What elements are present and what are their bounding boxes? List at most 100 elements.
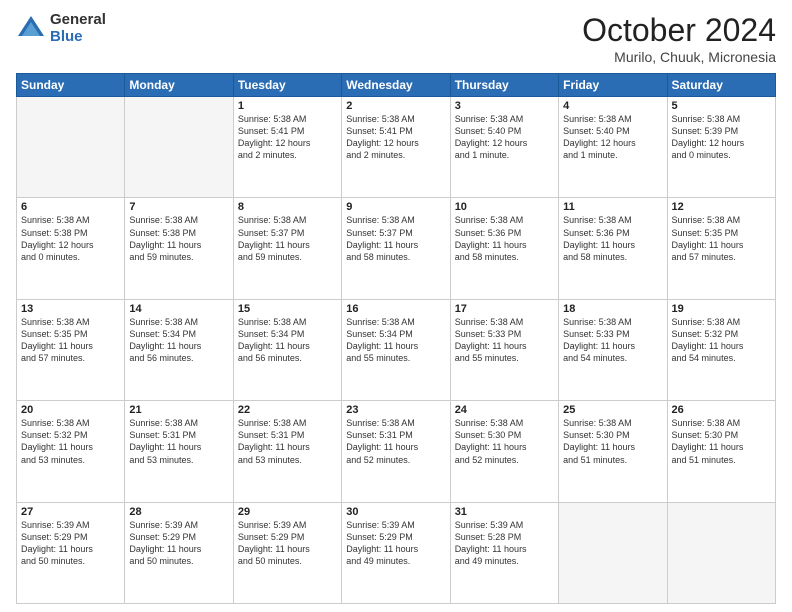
day-info: Sunrise: 5:38 AM Sunset: 5:30 PM Dayligh…	[563, 417, 662, 466]
day-info: Sunrise: 5:38 AM Sunset: 5:41 PM Dayligh…	[238, 113, 337, 162]
calendar-cell: 23Sunrise: 5:38 AM Sunset: 5:31 PM Dayli…	[342, 401, 450, 502]
day-number: 9	[346, 201, 445, 213]
calendar-cell	[559, 502, 667, 603]
day-info: Sunrise: 5:38 AM Sunset: 5:38 PM Dayligh…	[21, 214, 120, 263]
calendar-cell	[125, 97, 233, 198]
day-info: Sunrise: 5:38 AM Sunset: 5:34 PM Dayligh…	[238, 316, 337, 365]
day-info: Sunrise: 5:38 AM Sunset: 5:38 PM Dayligh…	[129, 214, 228, 263]
calendar-cell: 7Sunrise: 5:38 AM Sunset: 5:38 PM Daylig…	[125, 198, 233, 299]
day-info: Sunrise: 5:38 AM Sunset: 5:34 PM Dayligh…	[129, 316, 228, 365]
logo: General Blue	[16, 12, 106, 45]
day-number: 20	[21, 404, 120, 416]
calendar-cell: 26Sunrise: 5:38 AM Sunset: 5:30 PM Dayli…	[667, 401, 775, 502]
day-number: 19	[672, 303, 771, 315]
day-info: Sunrise: 5:38 AM Sunset: 5:33 PM Dayligh…	[563, 316, 662, 365]
week-row-0: 1Sunrise: 5:38 AM Sunset: 5:41 PM Daylig…	[17, 97, 776, 198]
calendar-cell: 25Sunrise: 5:38 AM Sunset: 5:30 PM Dayli…	[559, 401, 667, 502]
day-info: Sunrise: 5:38 AM Sunset: 5:36 PM Dayligh…	[455, 214, 554, 263]
calendar-cell: 8Sunrise: 5:38 AM Sunset: 5:37 PM Daylig…	[233, 198, 341, 299]
day-number: 10	[455, 201, 554, 213]
day-number: 28	[129, 506, 228, 518]
page: General Blue October 2024 Murilo, Chuuk,…	[0, 0, 792, 612]
day-info: Sunrise: 5:38 AM Sunset: 5:37 PM Dayligh…	[346, 214, 445, 263]
day-info: Sunrise: 5:38 AM Sunset: 5:41 PM Dayligh…	[346, 113, 445, 162]
calendar-cell: 5Sunrise: 5:38 AM Sunset: 5:39 PM Daylig…	[667, 97, 775, 198]
day-number: 27	[21, 506, 120, 518]
calendar-cell: 10Sunrise: 5:38 AM Sunset: 5:36 PM Dayli…	[450, 198, 558, 299]
day-number: 1	[238, 100, 337, 112]
header-day-wednesday: Wednesday	[342, 74, 450, 97]
calendar-cell: 30Sunrise: 5:39 AM Sunset: 5:29 PM Dayli…	[342, 502, 450, 603]
calendar-body: 1Sunrise: 5:38 AM Sunset: 5:41 PM Daylig…	[17, 97, 776, 604]
day-number: 14	[129, 303, 228, 315]
calendar-cell: 1Sunrise: 5:38 AM Sunset: 5:41 PM Daylig…	[233, 97, 341, 198]
header: General Blue October 2024 Murilo, Chuuk,…	[16, 12, 776, 65]
calendar-cell: 6Sunrise: 5:38 AM Sunset: 5:38 PM Daylig…	[17, 198, 125, 299]
day-number: 24	[455, 404, 554, 416]
day-number: 29	[238, 506, 337, 518]
calendar-cell: 13Sunrise: 5:38 AM Sunset: 5:35 PM Dayli…	[17, 299, 125, 400]
calendar-table: SundayMondayTuesdayWednesdayThursdayFrid…	[16, 73, 776, 604]
day-info: Sunrise: 5:39 AM Sunset: 5:28 PM Dayligh…	[455, 519, 554, 568]
logo-blue: Blue	[50, 29, 106, 46]
title-block: October 2024 Murilo, Chuuk, Micronesia	[582, 12, 776, 65]
day-number: 25	[563, 404, 662, 416]
day-number: 18	[563, 303, 662, 315]
calendar-cell: 11Sunrise: 5:38 AM Sunset: 5:36 PM Dayli…	[559, 198, 667, 299]
calendar-cell: 24Sunrise: 5:38 AM Sunset: 5:30 PM Dayli…	[450, 401, 558, 502]
calendar-cell: 20Sunrise: 5:38 AM Sunset: 5:32 PM Dayli…	[17, 401, 125, 502]
day-info: Sunrise: 5:39 AM Sunset: 5:29 PM Dayligh…	[238, 519, 337, 568]
header-row: SundayMondayTuesdayWednesdayThursdayFrid…	[17, 74, 776, 97]
week-row-4: 27 Sunrise: 5:39 AM Sunset: 5:29 PM Dayli…	[17, 502, 776, 603]
calendar-cell: 16Sunrise: 5:38 AM Sunset: 5:34 PM Dayli…	[342, 299, 450, 400]
calendar-cell: 28Sunrise: 5:39 AM Sunset: 5:29 PM Dayli…	[125, 502, 233, 603]
day-info: Sunrise: 5:38 AM Sunset: 5:30 PM Dayligh…	[455, 417, 554, 466]
day-info: Sunrise: 5:38 AM Sunset: 5:36 PM Dayligh…	[563, 214, 662, 263]
day-number: 8	[238, 201, 337, 213]
day-info: Sunrise: 5:38 AM Sunset: 5:31 PM Dayligh…	[346, 417, 445, 466]
day-info: Sunrise: 5:38 AM Sunset: 5:39 PM Dayligh…	[672, 113, 771, 162]
day-number: 12	[672, 201, 771, 213]
header-day-monday: Monday	[125, 74, 233, 97]
day-info: Sunrise: 5:38 AM Sunset: 5:33 PM Dayligh…	[455, 316, 554, 365]
calendar-cell: 9Sunrise: 5:38 AM Sunset: 5:37 PM Daylig…	[342, 198, 450, 299]
week-row-1: 6Sunrise: 5:38 AM Sunset: 5:38 PM Daylig…	[17, 198, 776, 299]
calendar-cell: 12Sunrise: 5:38 AM Sunset: 5:35 PM Dayli…	[667, 198, 775, 299]
calendar-cell: 4Sunrise: 5:38 AM Sunset: 5:40 PM Daylig…	[559, 97, 667, 198]
calendar-cell: 18Sunrise: 5:38 AM Sunset: 5:33 PM Dayli…	[559, 299, 667, 400]
day-info: Sunrise: 5:38 AM Sunset: 5:34 PM Dayligh…	[346, 316, 445, 365]
calendar-cell: 27Sunrise: 5:39 AM Sunset: 5:29 PM Dayli…	[17, 502, 125, 603]
calendar-cell: 14Sunrise: 5:38 AM Sunset: 5:34 PM Dayli…	[125, 299, 233, 400]
day-info: Sunrise: 5:38 AM Sunset: 5:40 PM Dayligh…	[455, 113, 554, 162]
day-number: 16	[346, 303, 445, 315]
day-info: Sunrise: 5:38 AM Sunset: 5:31 PM Dayligh…	[238, 417, 337, 466]
week-row-2: 13Sunrise: 5:38 AM Sunset: 5:35 PM Dayli…	[17, 299, 776, 400]
day-number: 2	[346, 100, 445, 112]
day-info: Sunrise: 5:38 AM Sunset: 5:32 PM Dayligh…	[21, 417, 120, 466]
day-info: Sunrise: 5:38 AM Sunset: 5:35 PM Dayligh…	[672, 214, 771, 263]
logo-text: General Blue	[50, 12, 106, 45]
day-info: Sunrise: 5:39 AM Sunset: 5:29 PM Dayligh…	[346, 519, 445, 568]
calendar-cell	[17, 97, 125, 198]
day-number: 3	[455, 100, 554, 112]
day-info: Sunrise: 5:38 AM Sunset: 5:32 PM Dayligh…	[672, 316, 771, 365]
calendar-cell: 3Sunrise: 5:38 AM Sunset: 5:40 PM Daylig…	[450, 97, 558, 198]
day-number: 17	[455, 303, 554, 315]
calendar-cell	[667, 502, 775, 603]
day-info: Sunrise: 5:38 AM Sunset: 5:37 PM Dayligh…	[238, 214, 337, 263]
day-number: 21	[129, 404, 228, 416]
week-row-3: 20Sunrise: 5:38 AM Sunset: 5:32 PM Dayli…	[17, 401, 776, 502]
header-day-friday: Friday	[559, 74, 667, 97]
header-day-sunday: Sunday	[17, 74, 125, 97]
header-day-saturday: Saturday	[667, 74, 775, 97]
day-number: 23	[346, 404, 445, 416]
calendar-header: SundayMondayTuesdayWednesdayThursdayFrid…	[17, 74, 776, 97]
day-info: Sunrise: 5:38 AM Sunset: 5:35 PM Dayligh…	[21, 316, 120, 365]
day-number: 15	[238, 303, 337, 315]
calendar-cell: 15Sunrise: 5:38 AM Sunset: 5:34 PM Dayli…	[233, 299, 341, 400]
calendar-cell: 2Sunrise: 5:38 AM Sunset: 5:41 PM Daylig…	[342, 97, 450, 198]
logo-general: General	[50, 12, 106, 29]
day-number: 31	[455, 506, 554, 518]
logo-icon	[16, 14, 46, 44]
title-location: Murilo, Chuuk, Micronesia	[582, 49, 776, 65]
